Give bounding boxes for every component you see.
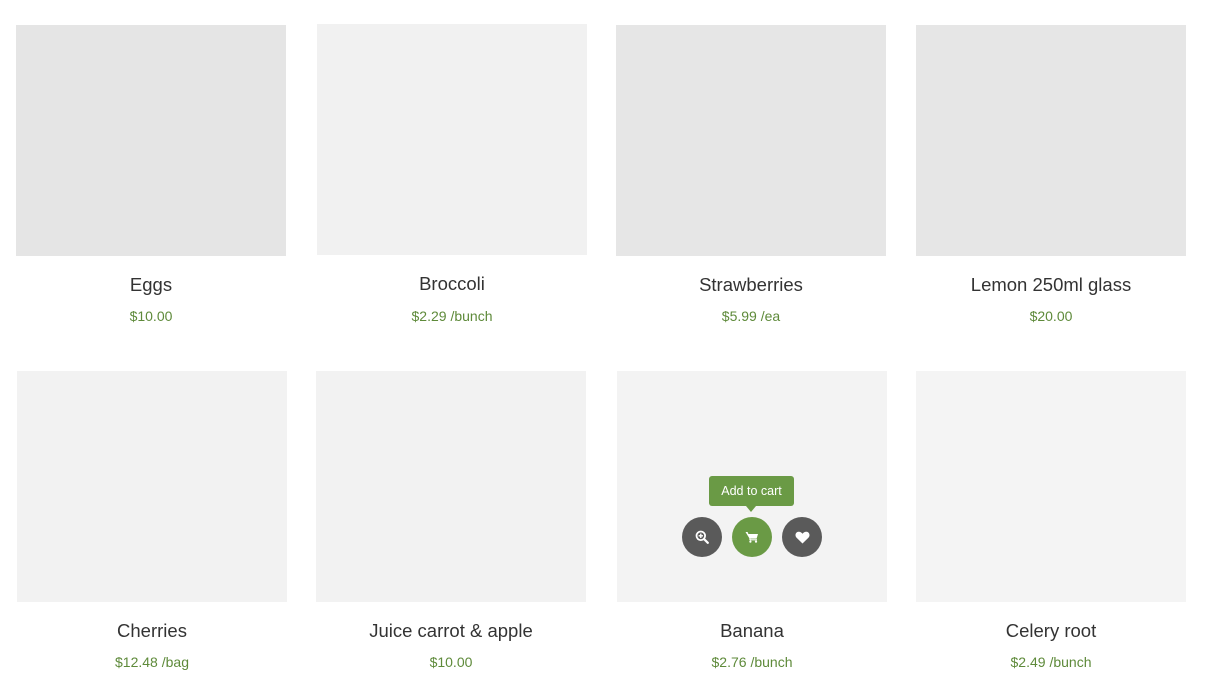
product-card-celery[interactable]: Celery root $2.49 /bunch	[916, 371, 1186, 670]
add-to-cart-button[interactable]	[732, 517, 772, 557]
product-name[interactable]: Lemon 250ml glass	[916, 275, 1186, 295]
heart-icon	[794, 531, 810, 543]
product-card-eggs[interactable]: Eggs $10.00	[16, 25, 286, 324]
product-name[interactable]: Cherries	[17, 621, 287, 641]
product-price: $2.76 /bunch	[711, 654, 793, 670]
product-card-strawberries[interactable]: Strawberries $5.99 /ea	[616, 25, 886, 324]
product-name[interactable]: Broccoli	[317, 274, 587, 294]
product-price: $12.48 /bag	[115, 654, 189, 670]
wishlist-button[interactable]	[782, 517, 822, 557]
product-card-broccoli[interactable]: Broccoli $2.29 /bunch	[317, 24, 587, 324]
product-card-cherries[interactable]: Cherries $12.48 /bag	[17, 371, 287, 670]
product-image[interactable]	[916, 371, 1186, 602]
product-image[interactable]	[616, 25, 886, 256]
add-to-cart-tooltip: Add to cart	[709, 476, 794, 512]
product-price: $5.99 /ea	[721, 308, 781, 324]
product-image[interactable]	[17, 371, 287, 602]
product-name[interactable]: Celery root	[916, 621, 1186, 641]
product-price: $20.00	[1029, 308, 1073, 324]
product-image[interactable]	[16, 25, 286, 256]
cart-icon	[745, 532, 758, 543]
product-price: $10.00	[129, 308, 173, 324]
product-price: $2.49 /bunch	[1010, 654, 1092, 670]
product-image[interactable]	[916, 25, 1186, 256]
product-name[interactable]: Banana	[617, 621, 887, 641]
product-image[interactable]	[316, 371, 586, 602]
zoom-in-icon	[695, 530, 709, 544]
product-image[interactable]	[317, 24, 587, 255]
product-card-lemon[interactable]: Lemon 250ml glass $20.00	[916, 25, 1186, 324]
product-name[interactable]: Strawberries	[616, 275, 886, 295]
hover-actions	[682, 517, 822, 557]
product-name[interactable]: Juice carrot & apple	[316, 621, 586, 641]
quick-view-button[interactable]	[682, 517, 722, 557]
product-image[interactable]: Add to cart	[617, 371, 887, 602]
product-price: $10.00	[429, 654, 473, 670]
product-card-juice[interactable]: Juice carrot & apple $10.00	[316, 371, 586, 670]
product-name[interactable]: Eggs	[16, 275, 286, 295]
product-card-banana[interactable]: Add to cart Banana $2.76 /bunch	[617, 371, 887, 670]
product-price: $2.29 /bunch	[411, 308, 493, 324]
